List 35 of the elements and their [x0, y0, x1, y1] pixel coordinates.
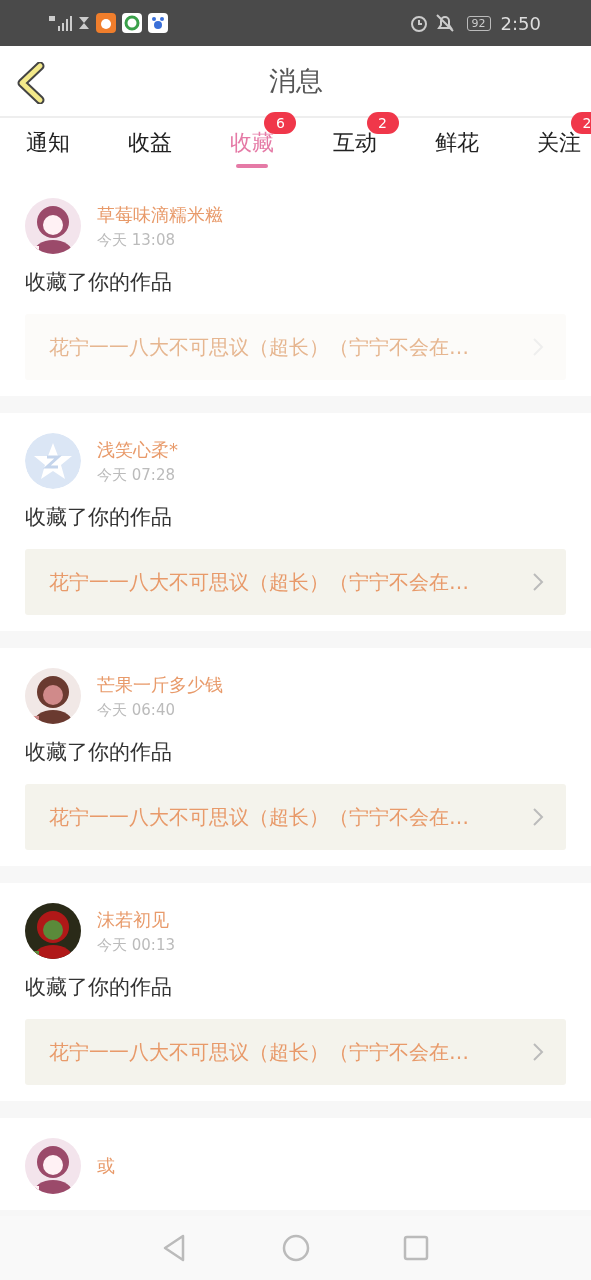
- message-time: 今天 00:13: [97, 935, 175, 955]
- alarm-icon: [408, 13, 429, 33]
- back-button[interactable]: [16, 62, 46, 104]
- app-icon: [96, 13, 116, 33]
- clock-time: 2:50: [500, 12, 541, 34]
- work-link[interactable]: 花宁一一八大不可思议（超长）（宁宁不会在…: [25, 1019, 566, 1085]
- hourglass-icon: [78, 16, 90, 30]
- message-time: 今天 13:08: [97, 230, 176, 250]
- work-link[interactable]: 花宁一一八大不可思议（超长）（宁宁不会在…: [25, 784, 566, 850]
- message-text: 收藏了你的作品: [25, 739, 173, 766]
- message-time: 今天 07:28: [97, 465, 176, 485]
- chevron-icon: [532, 1042, 544, 1062]
- user-name[interactable]: 浅笑心柔*: [97, 437, 178, 462]
- tab-indicator: [236, 164, 269, 168]
- user-name[interactable]: 或: [97, 1154, 115, 1178]
- chevron-icon: [532, 572, 544, 592]
- user-name[interactable]: 沫若初见: [97, 907, 175, 932]
- message-text: 收藏了你的作品: [25, 504, 173, 531]
- chevron-icon: [532, 807, 544, 827]
- signal-icon: [48, 14, 72, 32]
- tab[interactable]: 收益: [126, 118, 175, 176]
- mute-icon: [434, 13, 455, 33]
- page-title: 消息: [268, 64, 323, 98]
- message-time: 今天 06:40: [97, 700, 176, 720]
- message-text: 收藏了你的作品: [25, 269, 173, 296]
- tab[interactable]: 通知: [24, 118, 72, 176]
- paw-icon: [148, 13, 168, 33]
- user-name[interactable]: 草莓味滴糯米糍: [97, 202, 223, 227]
- work-link[interactable]: 花宁一一八大不可思议（超长）（宁宁不会在…: [25, 314, 566, 380]
- app-icon: [122, 13, 142, 33]
- message-text: 收藏了你的作品: [25, 974, 173, 1001]
- user-name[interactable]: 芒果一斤多少钱: [97, 672, 223, 697]
- battery-level: 92: [466, 15, 491, 31]
- work-link[interactable]: 花宁一一八大不可思议（超长）（宁宁不会在…: [25, 549, 566, 615]
- tab[interactable]: 鲜花: [432, 118, 481, 176]
